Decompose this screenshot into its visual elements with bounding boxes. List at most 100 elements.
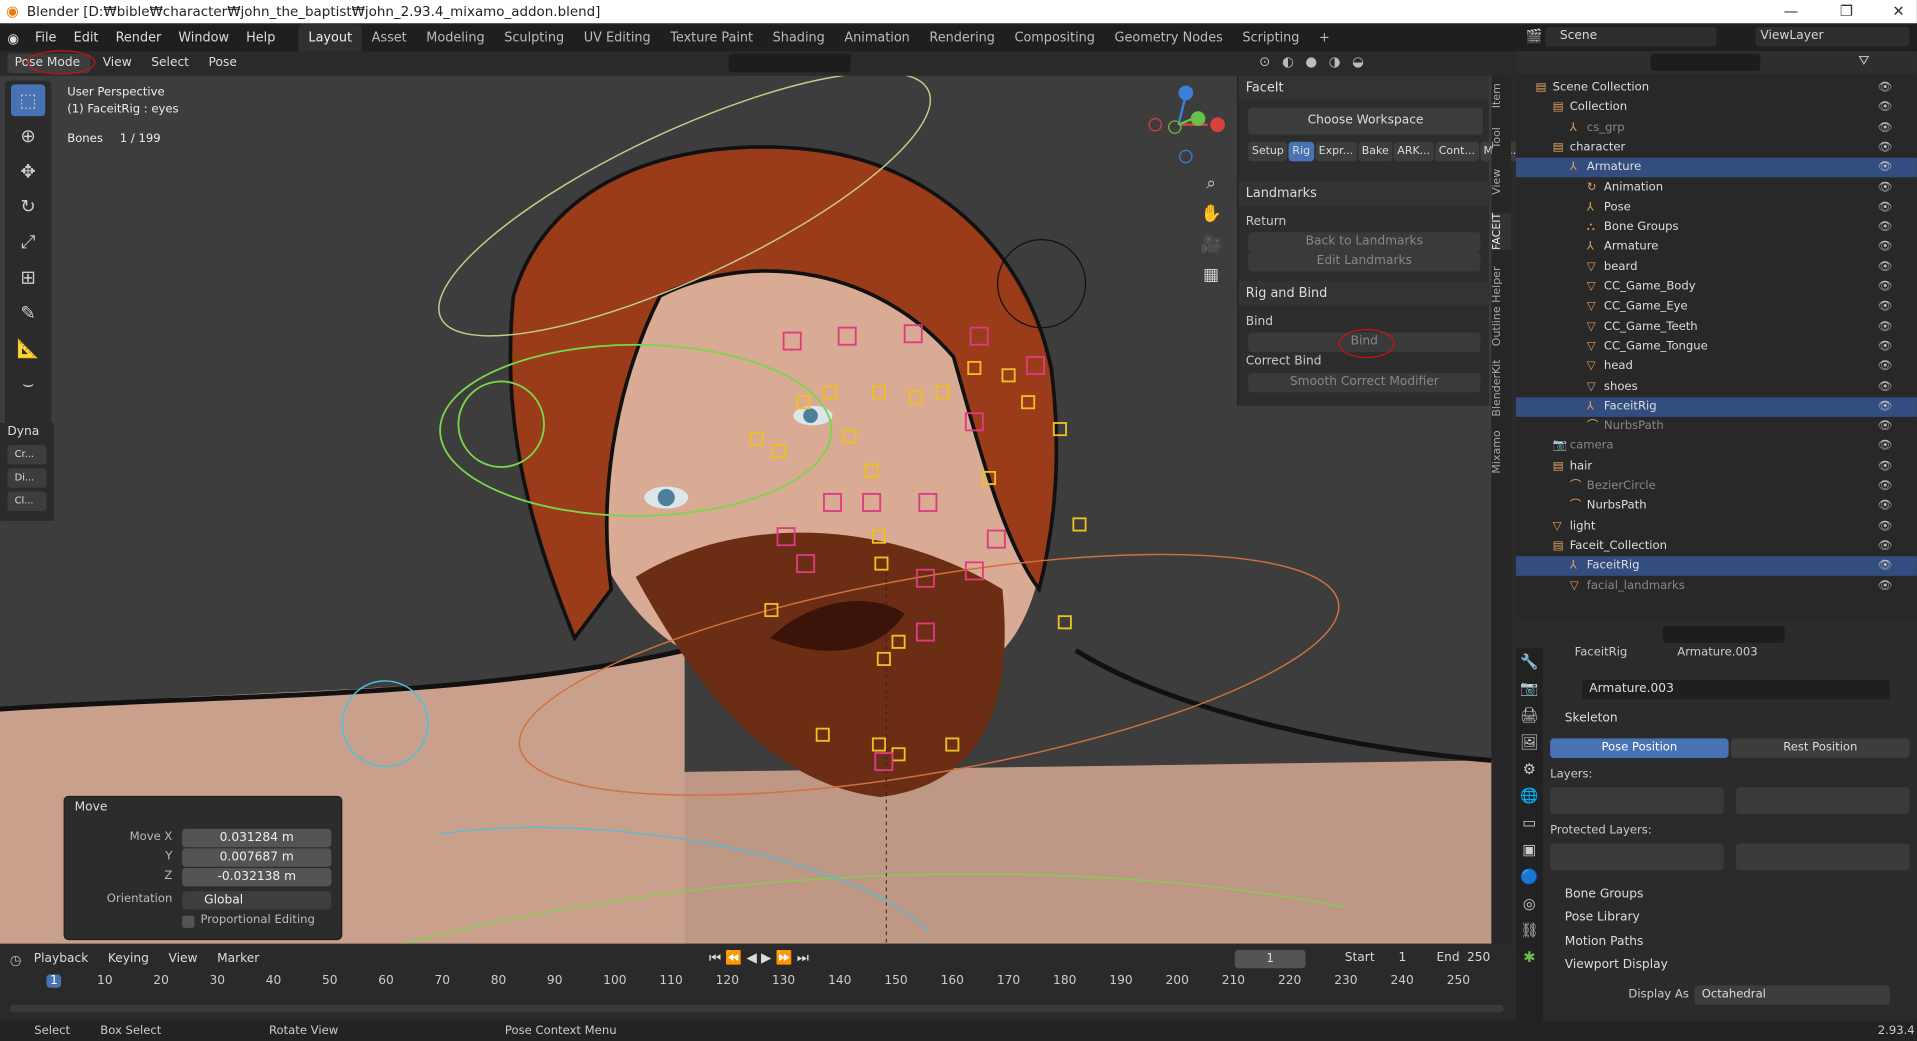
tab-rendering[interactable]: Rendering xyxy=(920,24,1005,51)
outliner-row[interactable]: ▽ light 👁 xyxy=(1516,517,1917,537)
view-layer-tab-icon[interactable]: 🖼 xyxy=(1516,729,1543,756)
move-y-field[interactable]: 0.007687 m xyxy=(182,848,332,867)
motion-paths-section[interactable]: Motion Paths xyxy=(1565,935,1644,948)
smooth-correct-modifier-button[interactable]: Smooth Correct Modifier xyxy=(1248,372,1481,393)
timeline-view-menu[interactable]: View xyxy=(161,950,205,970)
outliner-row[interactable]: ⌒ NurbsPath 👁 xyxy=(1516,497,1917,517)
current-frame-field[interactable]: 1 xyxy=(1234,949,1306,969)
pose-menu[interactable]: Pose xyxy=(201,54,244,74)
outliner-row[interactable]: ↻ Animation 👁 xyxy=(1516,178,1917,198)
outliner-row[interactable]: ⌒ BezierCircle 👁 xyxy=(1516,477,1917,497)
menu-window[interactable]: Window xyxy=(170,31,238,46)
tab-setup[interactable]: Setup xyxy=(1248,141,1288,162)
transform-tool-icon[interactable]: ⊞ xyxy=(11,262,45,294)
outliner-row[interactable]: ⅄ Pose 👁 xyxy=(1516,198,1917,218)
outliner-row[interactable]: ▤ hair 👁 xyxy=(1516,457,1917,477)
timeline-editor-icon[interactable]: ◷ xyxy=(10,952,22,968)
outliner-row[interactable]: ⅄ FaceitRig 👁 xyxy=(1515,556,1917,577)
world-tab-icon[interactable]: 🌐 xyxy=(1516,782,1543,809)
outliner-row[interactable]: ⛬ Bone Groups 👁 xyxy=(1516,218,1917,238)
rig-and-bind-header[interactable]: Rig and Bind xyxy=(1238,281,1491,306)
tab-faceit[interactable]: FACEIT xyxy=(1491,212,1512,250)
search-field[interactable] xyxy=(728,53,851,73)
visibility-eye-icon[interactable]: 👁 xyxy=(1878,357,1893,377)
view-layer-selector[interactable]: ViewLayer xyxy=(1755,26,1910,47)
visibility-eye-icon[interactable]: 👁 xyxy=(1878,118,1893,138)
viewport-nav-buttons[interactable]: ⌕ ✋ 🎥 ▦ xyxy=(1200,169,1221,291)
visibility-eye-icon[interactable]: 👁 xyxy=(1878,98,1893,118)
visibility-eye-icon[interactable]: 👁 xyxy=(1878,397,1893,417)
tab-sculpting[interactable]: Sculpting xyxy=(494,24,574,51)
outliner-row[interactable]: ▽ CC_Game_Body 👁 xyxy=(1516,278,1917,298)
visibility-eye-icon[interactable]: 👁 xyxy=(1878,556,1893,576)
tab-geometry-nodes[interactable]: Geometry Nodes xyxy=(1105,24,1233,51)
physics-tab-icon[interactable]: ◎ xyxy=(1516,890,1543,917)
camera-icon[interactable]: 🎥 xyxy=(1200,230,1221,261)
end-frame-field[interactable]: 250 xyxy=(1467,951,1490,964)
menu-edit[interactable]: Edit xyxy=(65,31,107,46)
marker-menu[interactable]: Marker xyxy=(210,950,267,970)
outliner-row[interactable]: ▤ Faceit_Collection 👁 xyxy=(1516,537,1917,557)
pose-library-section[interactable]: Pose Library xyxy=(1565,911,1640,924)
landmarks-header[interactable]: Landmarks xyxy=(1238,180,1491,206)
visibility-eye-icon[interactable]: 👁 xyxy=(1878,437,1893,457)
tab-bake[interactable]: Bake xyxy=(1358,141,1393,162)
bone-groups-section[interactable]: Bone Groups xyxy=(1565,888,1644,901)
visibility-eye-icon[interactable]: 👁 xyxy=(1878,377,1893,397)
pose-position-button[interactable]: Pose Position xyxy=(1550,738,1729,758)
playback-controls[interactable]: ⏮ ⏪ ◀ ▶ ⏩ ⏭ xyxy=(709,950,809,967)
visibility-eye-icon[interactable]: 👁 xyxy=(1878,178,1893,198)
modifier-tab-icon[interactable]: 🔵 xyxy=(1516,863,1543,890)
menu-help[interactable]: Help xyxy=(238,31,284,46)
timeline-scrollbar[interactable] xyxy=(9,1004,1504,1013)
orientation-dropdown[interactable]: Global xyxy=(182,891,332,910)
proportional-checkbox[interactable] xyxy=(182,915,195,928)
frame-ruler[interactable]: 1 10 20 30 40 50 60 70 80 90 100 110 120 130 140 150 160… xyxy=(0,974,1516,994)
properties-search[interactable] xyxy=(1662,625,1785,644)
outliner-row[interactable]: ▽ facial_landmarks 👁 xyxy=(1516,576,1917,596)
visibility-eye-icon[interactable]: 👁 xyxy=(1878,78,1893,98)
tab-animation[interactable]: Animation xyxy=(835,24,920,51)
visibility-eye-icon[interactable]: 👁 xyxy=(1878,297,1893,317)
rest-position-button[interactable]: Rest Position xyxy=(1731,738,1910,758)
faceit-header[interactable]: FaceIt xyxy=(1238,75,1490,101)
outliner-row[interactable]: ▽ beard 👁 xyxy=(1516,258,1917,278)
move-x-field[interactable]: 0.031284 m xyxy=(182,828,332,848)
tab-shading[interactable]: Shading xyxy=(763,24,835,51)
tab-scripting[interactable]: Scripting xyxy=(1233,24,1310,51)
outliner-row[interactable]: ⅄ Armature 👁 xyxy=(1516,238,1917,258)
rotate-tool-icon[interactable]: ↻ xyxy=(11,191,45,223)
blender-menu-icon[interactable]: ◉ xyxy=(0,30,26,46)
tab-expressions[interactable]: Expr... xyxy=(1315,141,1357,162)
tab-control[interactable]: Cont... xyxy=(1435,141,1479,162)
visibility-eye-icon[interactable]: 👁 xyxy=(1878,457,1893,477)
visibility-eye-icon[interactable]: 👁 xyxy=(1878,497,1893,517)
tab-rig[interactable]: Rig xyxy=(1288,141,1314,162)
edit-landmarks-button[interactable]: Edit Landmarks xyxy=(1248,251,1481,272)
back-to-landmarks-button[interactable]: Back to Landmarks xyxy=(1248,232,1481,252)
shading-icons[interactable]: ⊙ ◐ ● ◑ ◒ xyxy=(1259,54,1367,70)
playback-menu[interactable]: Playback xyxy=(26,950,95,970)
visibility-eye-icon[interactable]: 👁 xyxy=(1878,278,1893,298)
outliner-row[interactable]: ▤ Collection 👁 xyxy=(1516,98,1917,118)
pan-icon[interactable]: ✋ xyxy=(1200,199,1221,230)
protected-grid-left[interactable] xyxy=(1550,843,1724,871)
outliner-row[interactable]: ▤ Scene Collection 👁 xyxy=(1516,78,1917,98)
armature-data-tab-icon[interactable]: ✱ xyxy=(1516,944,1543,971)
move-z-field[interactable]: -0.032138 m xyxy=(182,867,332,887)
outliner-row[interactable]: ⅄ Armature 👁 xyxy=(1515,157,1917,178)
choose-workspace-dropdown[interactable]: Choose Workspace xyxy=(1248,107,1483,135)
close-icon[interactable]: ✕ xyxy=(1892,0,1904,23)
add-workspace-button[interactable]: + xyxy=(1309,24,1339,51)
tab-texture-paint[interactable]: Texture Paint xyxy=(660,24,762,51)
cursor-tool-icon[interactable]: ⊕ xyxy=(11,120,45,152)
select-box-tool-icon[interactable]: ⬚ xyxy=(11,84,46,117)
outliner-row[interactable]: 📷 camera 👁 xyxy=(1516,437,1917,457)
visibility-eye-icon[interactable]: 👁 xyxy=(1878,317,1893,337)
tab-tool[interactable]: Tool xyxy=(1491,127,1511,148)
outliner-row[interactable]: ⅄ FaceitRig 👁 xyxy=(1515,397,1917,417)
visibility-eye-icon[interactable]: 👁 xyxy=(1878,537,1893,557)
tab-layout[interactable]: Layout xyxy=(298,24,362,52)
display-as-dropdown[interactable]: Octahedral xyxy=(1694,985,1890,1005)
zoom-icon[interactable]: ⌕ xyxy=(1200,169,1221,200)
